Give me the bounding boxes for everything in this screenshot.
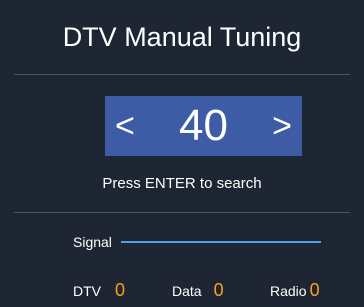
dtv-count: DTV 0 xyxy=(73,280,125,301)
radio-count-value: 0 xyxy=(309,280,320,300)
signal-bar xyxy=(120,241,321,243)
channel-number: 40 xyxy=(179,101,228,150)
data-count: Data 0 xyxy=(172,280,224,301)
radio-count: Radio 0 xyxy=(270,280,320,301)
chevron-left-icon[interactable]: < xyxy=(115,109,135,143)
signal-divider xyxy=(14,212,350,213)
dtv-count-label: DTV xyxy=(73,283,101,299)
radio-count-label: Radio xyxy=(270,283,307,299)
signal-label: Signal xyxy=(73,234,112,250)
search-hint: Press ENTER to search xyxy=(102,175,262,192)
chevron-right-icon[interactable]: > xyxy=(272,109,292,143)
dtv-manual-tuning-panel: DTV Manual Tuning < 40 > Press ENTER to … xyxy=(0,0,364,307)
data-count-value: 0 xyxy=(213,280,224,300)
title-divider xyxy=(14,74,350,75)
data-count-label: Data xyxy=(172,283,202,299)
signal-row: Signal xyxy=(73,234,321,250)
channel-selector[interactable]: < 40 > xyxy=(105,96,302,156)
panel-title: DTV Manual Tuning xyxy=(62,21,302,52)
dtv-count-value: 0 xyxy=(115,280,126,300)
